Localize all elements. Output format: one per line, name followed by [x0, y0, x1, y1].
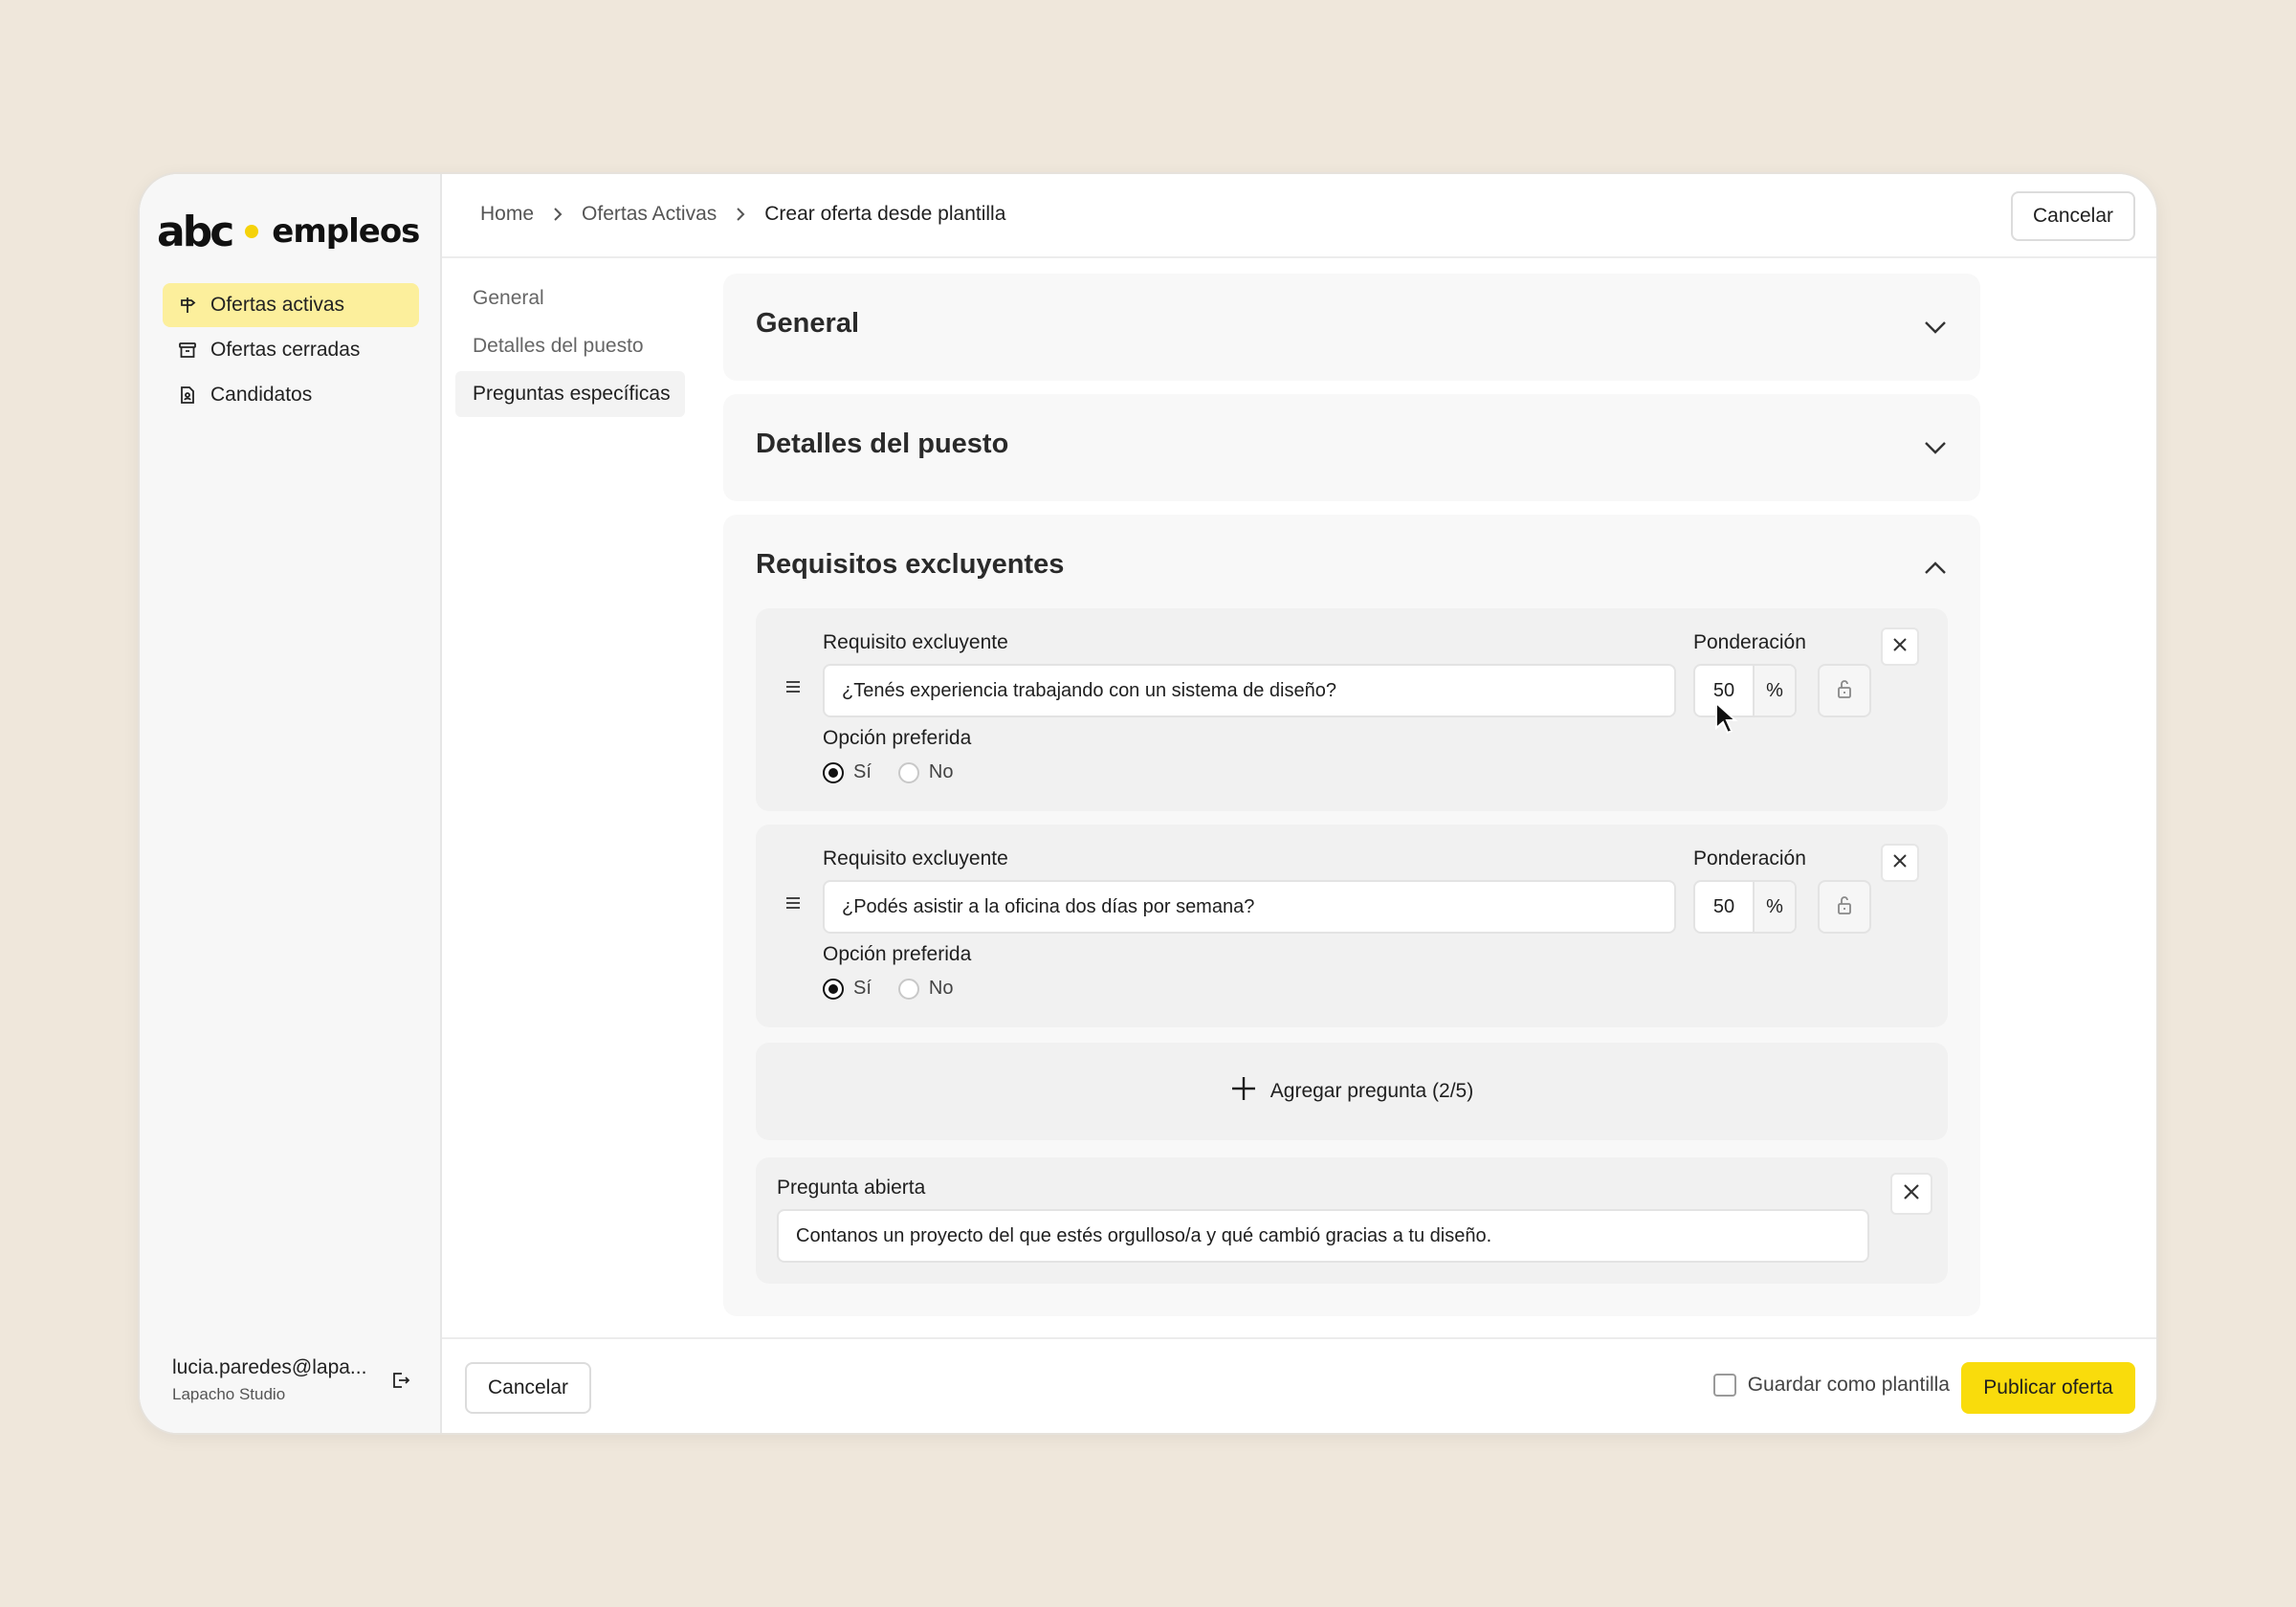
logo-empleos-text: empleos	[272, 212, 420, 251]
requirement-label: Requisito excluyente	[823, 848, 1008, 870]
weight-label: Ponderación	[1693, 631, 1806, 653]
remove-open-question-button[interactable]	[1890, 1173, 1932, 1215]
section-nav-preguntas[interactable]: Preguntas específicas	[455, 371, 685, 417]
remove-requirement-button[interactable]	[1881, 627, 1919, 666]
section-nav-detalles[interactable]: Detalles del puesto	[455, 323, 685, 369]
chevron-right-icon	[551, 205, 564, 224]
main-content: General Detalles del puesto Requisitos e…	[723, 274, 1980, 1330]
radio-no[interactable]	[897, 978, 919, 1000]
save-template-checkbox[interactable]	[1712, 1374, 1736, 1397]
accordion-title: Detalles del puesto	[756, 429, 1009, 459]
save-template-checkbox-group[interactable]: Guardar como plantilla	[1712, 1374, 1950, 1397]
radio-si-label: Sí	[853, 761, 872, 782]
drag-handle-icon[interactable]	[784, 895, 802, 911]
sidebar-item-candidatos[interactable]: Candidatos	[163, 373, 419, 417]
sidebar-item-ofertas-cerradas[interactable]: Ofertas cerradas	[163, 328, 419, 372]
remove-requirement-button[interactable]	[1881, 844, 1919, 882]
radio-no-label: No	[928, 978, 954, 999]
open-question-label: Pregunta abierta	[777, 1177, 926, 1199]
sidebar-nav: Ofertas activas Ofertas cerradas Candida…	[163, 283, 419, 418]
accordion-requisitos: Requisitos excluyentes Requisito excluye…	[723, 515, 1980, 1316]
logo-abc-text: abc	[157, 207, 234, 256]
add-question-label: Agregar pregunta (2/5)	[1269, 1080, 1474, 1102]
footer-cancel-button[interactable]: Cancelar	[465, 1362, 591, 1414]
requirement-label: Requisito excluyente	[823, 631, 1008, 653]
brand-logo[interactable]: abc empleos	[157, 203, 420, 260]
sidebar-item-label: Ofertas cerradas	[210, 339, 361, 361]
chevron-down-icon[interactable]	[1921, 436, 1950, 459]
chevron-down-icon[interactable]	[1921, 316, 1950, 339]
preferred-option-label: Opción preferida	[823, 943, 972, 965]
breadcrumb-ofertas-activas[interactable]: Ofertas Activas	[582, 203, 717, 226]
weight-input[interactable]: 50 %	[1693, 880, 1797, 934]
lock-button[interactable]	[1818, 880, 1871, 934]
accordion-title: General	[756, 308, 859, 339]
signpost-icon	[178, 296, 197, 315]
requirement-input[interactable]	[823, 664, 1676, 717]
add-question-button[interactable]: Agregar pregunta (2/5)	[756, 1043, 1948, 1140]
sidebar-item-label: Ofertas activas	[210, 294, 345, 316]
accordion-general[interactable]: General	[723, 274, 1980, 381]
logout-icon[interactable]	[390, 1370, 411, 1391]
lock-button[interactable]	[1818, 664, 1871, 717]
mouse-pointer-icon	[1713, 700, 1738, 736]
chevron-right-icon	[734, 205, 747, 224]
open-question-input[interactable]	[777, 1209, 1869, 1263]
accordion-title: Requisitos excluyentes	[756, 549, 1065, 580]
breadcrumb-home[interactable]: Home	[480, 203, 534, 226]
open-question-card: Pregunta abierta	[756, 1157, 1948, 1284]
sidebar-item-ofertas-activas[interactable]: Ofertas activas	[163, 283, 419, 327]
sidebar-item-label: Candidatos	[210, 384, 313, 406]
weight-input[interactable]: 50 %	[1693, 664, 1797, 717]
sidebar: abc empleos Ofertas activas Ofertas cerr…	[140, 174, 442, 1433]
section-nav: General Detalles del puesto Preguntas es…	[455, 275, 685, 419]
requirement-card: Requisito excluyente Ponderación 50 %	[756, 608, 1948, 811]
close-icon	[1892, 853, 1908, 873]
requirement-input[interactable]	[823, 880, 1676, 934]
top-header: Home Ofertas Activas Crear oferta desde …	[442, 174, 2156, 258]
preferred-option-label: Opción preferida	[823, 727, 972, 749]
breadcrumb-current: Crear oferta desde plantilla	[764, 203, 1006, 225]
preferred-option-group: Sí No	[823, 761, 970, 783]
header-cancel-button[interactable]: Cancelar	[2011, 191, 2135, 241]
user-email: lucia.paredes@lapa...	[172, 1356, 367, 1378]
section-nav-general[interactable]: General	[455, 275, 685, 321]
weight-unit: %	[1755, 666, 1795, 715]
unlock-icon	[1835, 894, 1854, 920]
preferred-option-group: Sí No	[823, 978, 970, 1000]
radio-no[interactable]	[897, 761, 919, 783]
weight-label: Ponderación	[1693, 848, 1806, 870]
user-info: lucia.paredes@lapa... Lapacho Studio	[172, 1356, 411, 1404]
drag-handle-icon[interactable]	[784, 679, 802, 694]
weight-value[interactable]: 50	[1695, 882, 1755, 932]
plus-icon	[1230, 1075, 1257, 1108]
weight-unit: %	[1755, 882, 1795, 932]
radio-si[interactable]	[823, 978, 844, 1000]
close-icon	[1903, 1183, 1920, 1205]
chevron-up-icon[interactable]	[1921, 557, 1950, 580]
logo-dot	[245, 225, 259, 238]
footer-bar: Cancelar Guardar como plantilla Publicar…	[442, 1337, 2156, 1433]
close-icon	[1892, 637, 1908, 657]
archive-icon	[178, 341, 197, 360]
publish-button[interactable]: Publicar oferta	[1961, 1362, 2135, 1414]
unlock-icon	[1835, 678, 1854, 704]
radio-si[interactable]	[823, 761, 844, 783]
radio-si-label: Sí	[853, 978, 872, 999]
save-template-label: Guardar como plantilla	[1747, 1374, 1950, 1396]
radio-no-label: No	[928, 761, 954, 782]
breadcrumb: Home Ofertas Activas Crear oferta desde …	[480, 203, 1005, 226]
document-user-icon	[178, 385, 197, 405]
user-org: Lapacho Studio	[172, 1385, 286, 1403]
requirement-card: Requisito excluyente Ponderación 50 %	[756, 825, 1948, 1027]
app-window: abc empleos Ofertas activas Ofertas cerr…	[138, 172, 2158, 1435]
accordion-detalles[interactable]: Detalles del puesto	[723, 394, 1980, 501]
